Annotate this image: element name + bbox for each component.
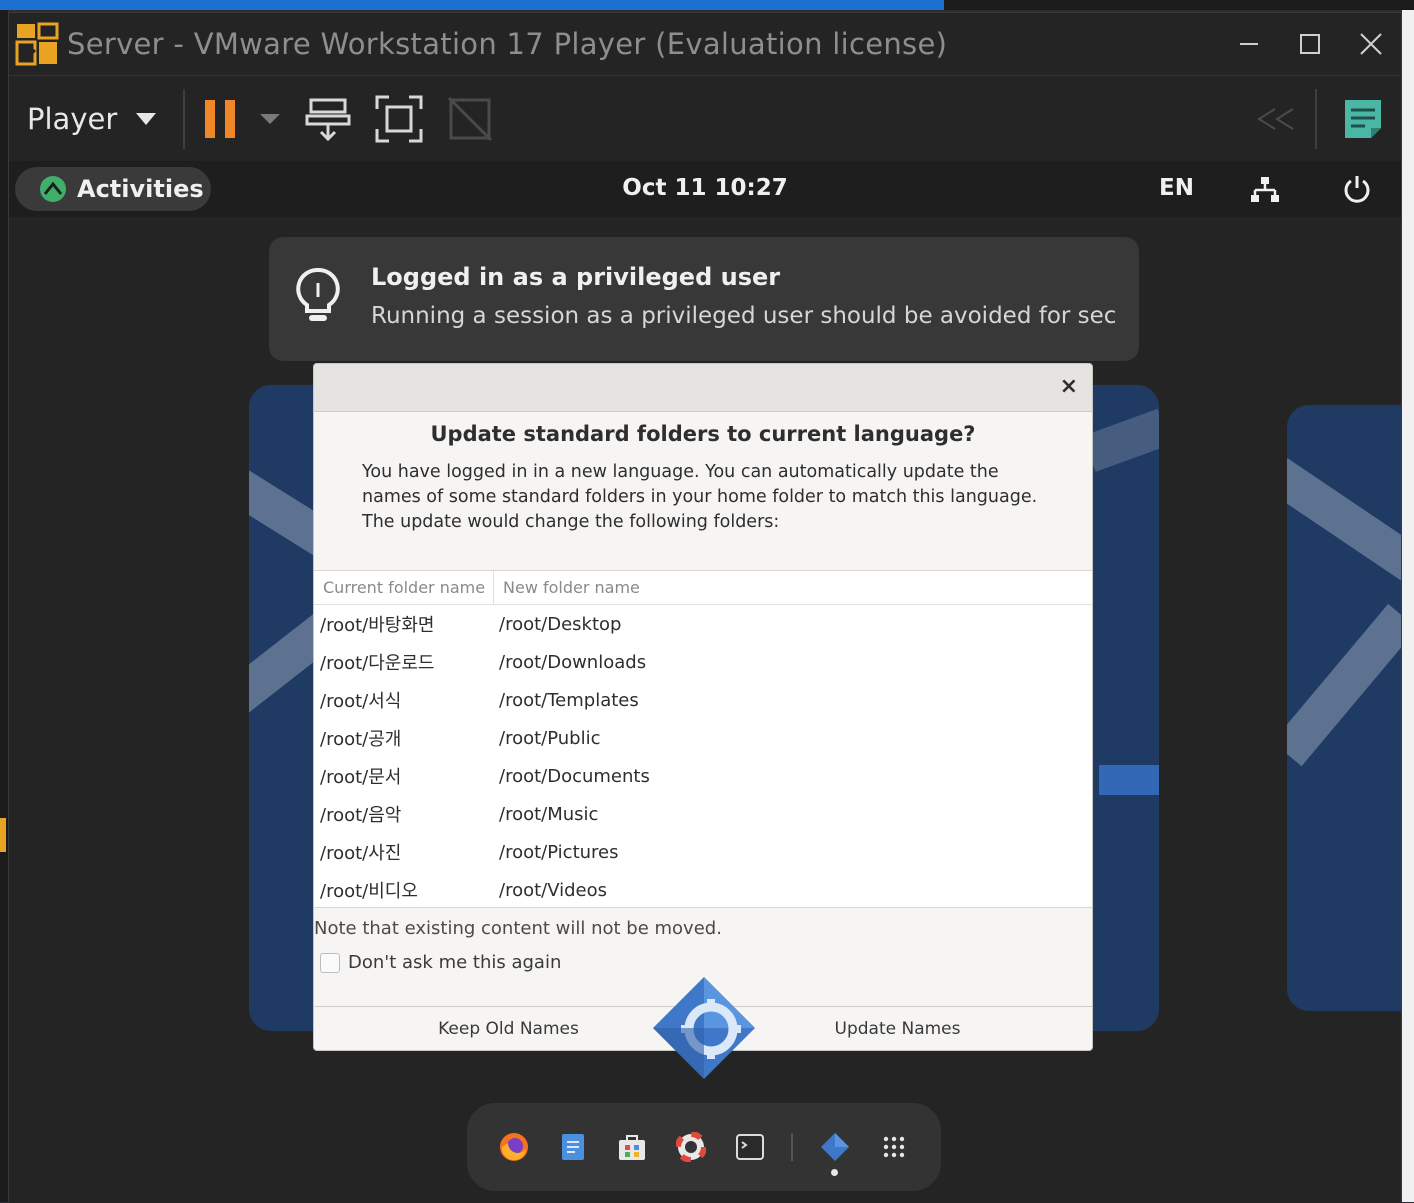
current-folder-name: /root/바탕화면	[320, 615, 435, 636]
new-folder-name: /root/Public	[499, 727, 601, 749]
vmware-toolbar: Player	[9, 75, 1401, 161]
dropdown-arrow-icon	[136, 112, 157, 125]
unity-mode-button[interactable]	[447, 96, 493, 142]
unity-disabled-icon	[448, 96, 493, 141]
table-row[interactable]: /root/음악 /root/Music	[314, 795, 1092, 833]
table-row[interactable]: /root/문서 /root/Documents	[314, 757, 1092, 795]
settings-app-icon	[820, 1133, 849, 1161]
vmware-window: Server - VMware Workstation 17 Player (E…	[8, 12, 1402, 1203]
notification-body: Running a session as a privileged user s…	[371, 303, 1115, 329]
dock-settings-running[interactable]	[805, 1132, 864, 1176]
folder-table: Current folder name New folder name /roo…	[314, 570, 1092, 908]
table-row[interactable]: /root/서식 /root/Templates	[314, 681, 1092, 719]
player-menu-label: Player	[27, 101, 118, 136]
power-icon[interactable]	[1343, 174, 1371, 204]
notification-banner[interactable]: Logged in as a privileged user Running a…	[269, 237, 1139, 361]
dropdown-arrow-icon	[260, 113, 281, 124]
table-row[interactable]: /root/바탕화면 /root/Desktop	[314, 605, 1092, 643]
help-icon	[675, 1132, 706, 1162]
update-names-button[interactable]: Update Names	[703, 1007, 1092, 1050]
text-editor-icon	[561, 1134, 584, 1160]
full-screen-button[interactable]	[375, 95, 423, 143]
app-grid-icon	[883, 1136, 904, 1158]
settings-app-icon	[653, 977, 755, 1079]
minimize-icon	[1239, 43, 1258, 45]
current-folder-name: /root/다운로드	[320, 653, 435, 674]
network-icon[interactable]	[1251, 176, 1279, 204]
host-desktop-edge	[0, 10, 8, 1202]
new-folder-name: /root/Pictures	[499, 841, 619, 863]
close-window-button[interactable]	[1340, 13, 1401, 75]
new-folder-name: /root/Videos	[499, 879, 608, 901]
table-row[interactable]: /root/공개 /root/Public	[314, 719, 1092, 757]
current-folder-name: /root/문서	[320, 767, 402, 788]
dock-separator	[791, 1133, 793, 1161]
window-title: Server - VMware Workstation 17 Player (E…	[67, 27, 948, 61]
title-bar: Server - VMware Workstation 17 Player (E…	[9, 13, 1401, 75]
table-row[interactable]: /root/비디오 /root/Videos	[314, 871, 1092, 909]
column-header-current[interactable]: Current folder name	[314, 571, 494, 604]
keyboard-layout-indicator[interactable]: EN	[1159, 175, 1194, 201]
firefox-icon	[499, 1133, 528, 1161]
dock-terminal[interactable]	[720, 1134, 779, 1160]
dash-dock	[467, 1103, 941, 1191]
current-folder-name: /root/비디오	[320, 881, 418, 902]
current-folder-name: /root/공개	[320, 729, 402, 750]
dock-text-editor[interactable]	[543, 1132, 602, 1162]
dialog-note: Note that existing content will not be m…	[314, 918, 722, 939]
maximize-icon	[1299, 34, 1320, 54]
new-folder-name: /root/Music	[499, 803, 599, 825]
pause-vm-button[interactable]	[203, 98, 239, 140]
pause-icon	[205, 99, 236, 138]
dialog-title: Update standard folders to current langu…	[430, 422, 976, 446]
fullscreen-icon	[375, 95, 423, 142]
dock-firefox[interactable]	[484, 1131, 543, 1163]
send-keys-icon	[305, 98, 351, 141]
toolbar-separator	[1315, 88, 1317, 149]
current-folder-name: /root/서식	[320, 691, 402, 712]
dialog-header: ×	[314, 364, 1092, 412]
minimize-button[interactable]	[1218, 13, 1279, 75]
software-icon	[618, 1135, 645, 1160]
checkbox-label: Don't ask me this again	[348, 952, 562, 973]
double-chevron-left-icon	[1257, 107, 1294, 130]
current-folder-name: /root/사진	[320, 843, 402, 864]
toolbar-separator	[183, 88, 186, 149]
new-folder-name: /root/Downloads	[499, 651, 647, 673]
terminal-icon	[735, 1134, 764, 1160]
collapse-toolbar-button[interactable]	[1255, 107, 1297, 131]
dialog-close-button[interactable]: ×	[1060, 374, 1078, 399]
table-row[interactable]: /root/다운로드 /root/Downloads	[314, 643, 1092, 681]
workspace-thumbnail-next[interactable]	[1287, 405, 1401, 1011]
dont-ask-again-checkbox[interactable]: Don't ask me this again	[320, 952, 561, 973]
power-options-dropdown[interactable]	[259, 113, 281, 125]
dock-help[interactable]	[661, 1132, 720, 1162]
dock-software[interactable]	[602, 1132, 661, 1162]
new-folder-name: /root/Documents	[499, 765, 650, 787]
keep-old-names-button[interactable]: Keep Old Names	[314, 1007, 703, 1050]
close-icon	[1359, 33, 1382, 55]
host-desktop-edge-right	[1402, 10, 1414, 1202]
notes-button[interactable]	[1343, 98, 1383, 140]
dock-show-apps[interactable]	[864, 1136, 923, 1158]
send-ctrl-alt-del-button[interactable]	[305, 96, 351, 142]
update-folders-dialog: × Update standard folders to current lan…	[313, 363, 1093, 1051]
checkbox-box[interactable]	[320, 952, 340, 973]
host-desktop-bar	[0, 0, 1414, 10]
running-indicator	[831, 1169, 838, 1176]
new-folder-name: /root/Templates	[499, 689, 639, 711]
table-row[interactable]: /root/사진 /root/Pictures	[314, 833, 1092, 871]
gnome-top-bar: Activities Oct 11 10:27 EN	[9, 161, 1401, 217]
notification-title: Logged in as a privileged user	[371, 263, 781, 291]
column-header-new[interactable]: New folder name	[494, 571, 640, 604]
table-header: Current folder name New folder name	[314, 571, 1092, 605]
maximize-button[interactable]	[1279, 13, 1340, 75]
lightbulb-icon	[296, 267, 340, 321]
new-folder-name: /root/Desktop	[499, 613, 622, 635]
player-menu-button[interactable]: Player	[27, 102, 157, 136]
current-folder-name: /root/음악	[320, 805, 402, 826]
notes-icon	[1345, 99, 1381, 138]
vmware-logo-icon	[15, 22, 59, 66]
guest-desktop: Activities Oct 11 10:27 EN Logged in as …	[9, 161, 1401, 1203]
